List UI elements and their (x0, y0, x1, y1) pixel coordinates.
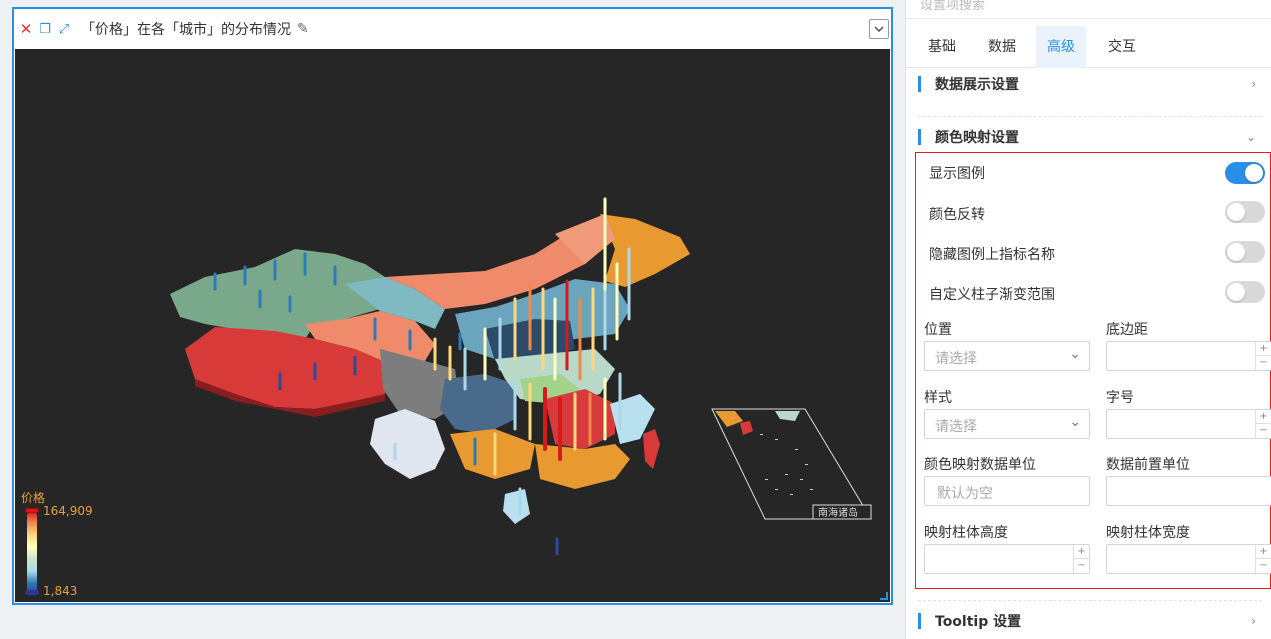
bar-width-label: 映射柱体宽度 (1106, 525, 1190, 541)
bottom-margin-input[interactable]: + − (1106, 341, 1271, 371)
chevron-down-icon: ⌄ (1069, 346, 1081, 362)
tab-basic[interactable]: 基础 (912, 26, 972, 68)
unit-label: 颜色映射数据单位 (924, 457, 1036, 473)
chevron-down-icon (874, 26, 884, 32)
style-select[interactable]: 请选择 ⌄ (924, 409, 1090, 439)
legend-max-value: 164,909 (43, 504, 93, 518)
position-placeholder: 请选择 (935, 351, 977, 367)
position-label: 位置 (924, 322, 952, 338)
tab-data[interactable]: 数据 (972, 26, 1032, 68)
region-guangdong (535, 444, 630, 489)
toggle-label-reverse-color: 颜色反转 (929, 207, 985, 223)
expand-icon[interactable]: ⤢ (56, 21, 72, 37)
region-taiwan (643, 429, 660, 469)
stepper[interactable]: + − (1255, 410, 1271, 438)
chevron-down-icon: ⌄ (1245, 130, 1256, 144)
region-yunnan (370, 409, 445, 479)
unit-placeholder: 默认为空 (937, 486, 993, 502)
region-northeast (600, 214, 690, 287)
font-size-label: 字号 (1106, 390, 1134, 406)
hide-metric-name-toggle[interactable] (1225, 241, 1265, 263)
highlight-box: 显示图例 颜色反转 隐藏图例上指标名称 自定义柱子渐变范围 位置 底边距 请选择… (915, 152, 1271, 589)
increment-icon[interactable]: + (1256, 410, 1271, 424)
toggle-label-custom-gradient: 自定义柱子渐变范围 (929, 287, 1055, 303)
unit-input[interactable]: 默认为空 (924, 476, 1090, 506)
legend-title: 价格 (21, 491, 46, 505)
settings-tabs: 基础 数据 高级 交互 (906, 26, 1271, 68)
stepper[interactable]: + − (1255, 545, 1271, 573)
section-marker (918, 129, 921, 145)
decrement-icon[interactable]: − (1256, 356, 1271, 370)
bar-width-input[interactable]: + − (1106, 544, 1271, 574)
section-data-display[interactable]: 数据展示设置 › (918, 74, 1268, 94)
legend-max-handle[interactable] (25, 508, 39, 513)
section-title: Tooltip 设置 (935, 614, 1022, 630)
section-tooltip[interactable]: Tooltip 设置 › (918, 611, 1268, 631)
bottom-margin-label: 底边距 (1106, 322, 1148, 338)
legend-min-value: 1,843 (43, 584, 78, 598)
increment-icon[interactable]: + (1074, 545, 1089, 559)
section-title: 数据展示设置 (935, 77, 1019, 93)
tab-interaction[interactable]: 交互 (1092, 26, 1152, 68)
chevron-right-icon: › (1251, 614, 1256, 628)
resize-handle[interactable] (880, 592, 888, 600)
stepper[interactable]: + − (1255, 342, 1271, 370)
search-divider (906, 18, 1271, 19)
bar-height-label: 映射柱体高度 (924, 525, 1008, 541)
custom-gradient-toggle[interactable] (1225, 281, 1265, 303)
font-size-input[interactable]: + − (1106, 409, 1271, 439)
china-map: 南海诸岛 (170, 197, 872, 556)
chart-canvas-area: ✕ ❐ ⤢ 「价格」在各「城市」的分布情况 ✎ 南海诸岛 价格 164,909 … (0, 0, 905, 639)
show-legend-toggle[interactable] (1225, 162, 1265, 184)
style-label: 样式 (924, 390, 952, 406)
toggle-label-show-legend: 显示图例 (929, 166, 985, 182)
stepper[interactable]: + − (1073, 545, 1089, 573)
decrement-icon[interactable]: − (1256, 424, 1271, 438)
legend-gradient-bar (27, 511, 37, 595)
map-3d-canvas[interactable]: 南海诸岛 价格 164,909 1,843 (15, 49, 890, 602)
increment-icon[interactable]: + (1256, 545, 1271, 559)
section-marker (918, 76, 921, 92)
bar-height-input[interactable]: + − (924, 544, 1090, 574)
region-hainan (503, 489, 530, 524)
position-select[interactable]: 请选择 ⌄ (924, 341, 1090, 371)
settings-search-input[interactable]: 设置项搜索 (920, 0, 985, 13)
edit-icon[interactable]: ✎ (297, 21, 309, 37)
map-widget[interactable]: ✕ ❐ ⤢ 「价格」在各「城市」的分布情况 ✎ 南海诸岛 价格 164,909 … (12, 7, 893, 605)
legend-min-handle[interactable] (25, 590, 39, 595)
section-marker (918, 613, 921, 629)
prefix-unit-label: 数据前置单位 (1106, 457, 1190, 473)
south-china-sea-inset: 南海诸岛 (711, 408, 872, 520)
section-title: 颜色映射设置 (935, 130, 1019, 146)
divider (918, 116, 1262, 117)
close-icon[interactable]: ✕ (18, 20, 34, 38)
inset-label: 南海诸岛 (818, 506, 858, 519)
settings-panel: 设置项搜索 基础 数据 高级 交互 数据展示设置 › 颜色映射设置 ⌄ 显示图例… (905, 0, 1271, 639)
prefix-unit-input[interactable] (1106, 476, 1271, 506)
copy-icon[interactable]: ❐ (37, 21, 53, 37)
widget-header: ✕ ❐ ⤢ 「价格」在各「城市」的分布情况 ✎ (14, 9, 891, 49)
style-placeholder: 请选择 (935, 419, 977, 435)
increment-icon[interactable]: + (1256, 342, 1271, 356)
decrement-icon[interactable]: − (1256, 559, 1271, 573)
chevron-down-icon: ⌄ (1069, 414, 1081, 430)
chevron-right-icon: › (1251, 77, 1256, 91)
region-guizhou (440, 374, 515, 434)
region-guangxi (450, 429, 535, 479)
section-color-map[interactable]: 颜色映射设置 ⌄ (918, 127, 1268, 147)
decrement-icon[interactable]: − (1074, 559, 1089, 573)
divider (918, 600, 1262, 601)
reverse-color-toggle[interactable] (1225, 201, 1265, 223)
widget-title: 「价格」在各「城市」的分布情况 (81, 22, 291, 38)
widget-dropdown-button[interactable] (869, 19, 889, 39)
toggle-label-hide-metric: 隐藏图例上指标名称 (929, 247, 1055, 263)
tab-advanced[interactable]: 高级 (1036, 26, 1086, 68)
